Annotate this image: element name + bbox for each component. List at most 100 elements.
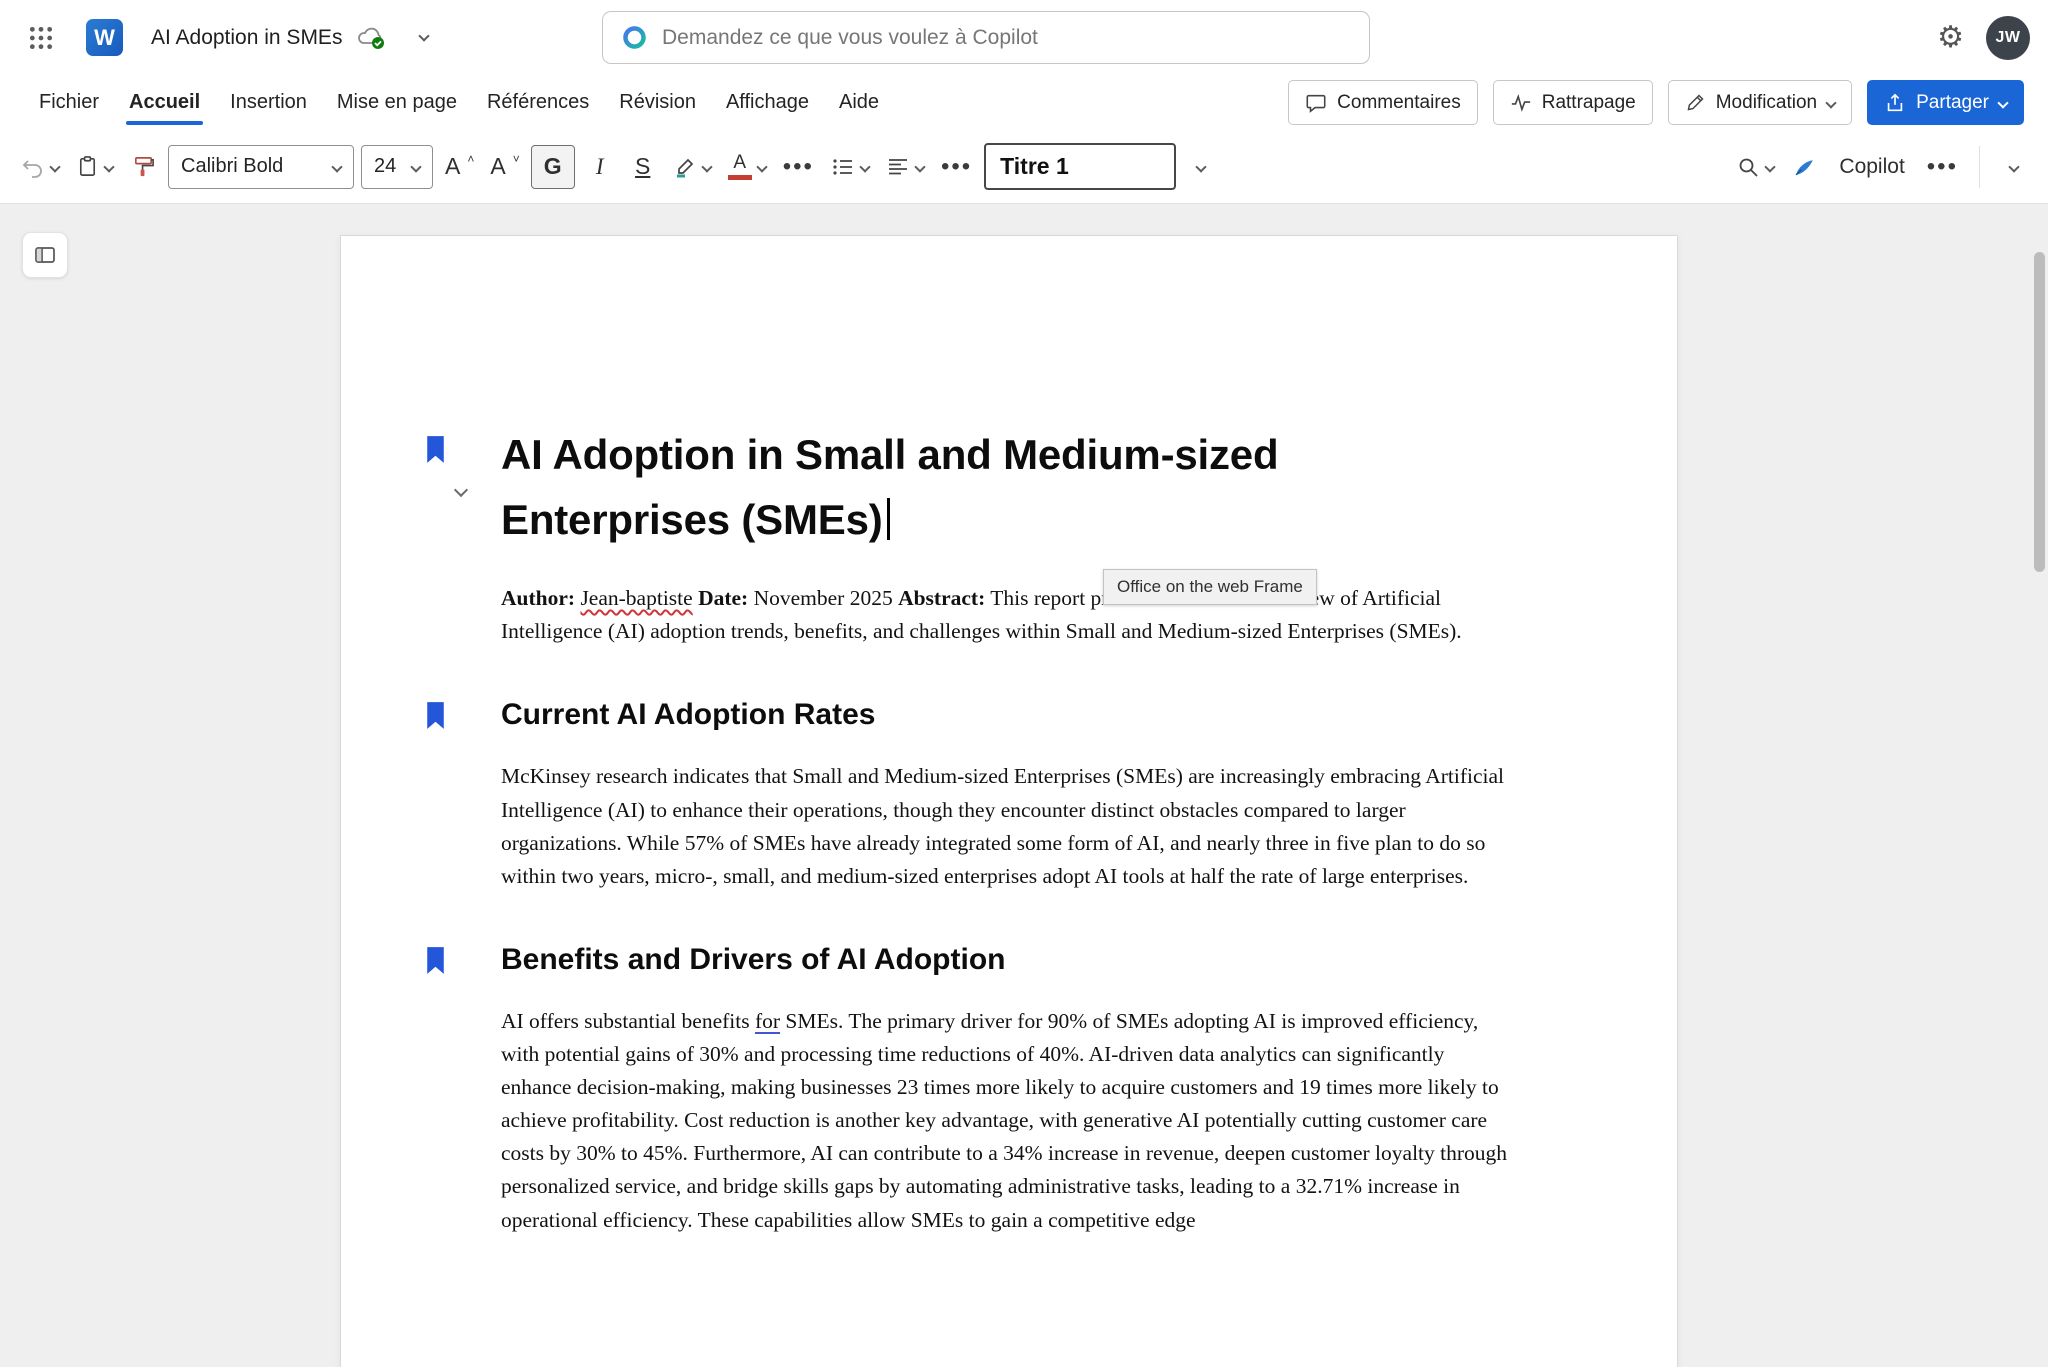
copilot-search[interactable] [602, 11, 1370, 64]
paste-button[interactable] [71, 144, 118, 190]
editor-button[interactable] [1786, 144, 1822, 190]
align-chevron-icon [914, 161, 925, 172]
tab-insertion[interactable]: Insertion [215, 75, 322, 130]
section-paragraph-2[interactable]: AI offers substantial benefits for SMEs.… [501, 1005, 1519, 1237]
word-logo-icon[interactable]: W [86, 19, 123, 56]
italic-letter: I [596, 154, 604, 180]
author-label: Author: [501, 586, 575, 610]
bullet-list-chevron-icon [859, 161, 870, 172]
document-meta-paragraph[interactable]: Author: Jean-baptiste Date: November 202… [501, 582, 1519, 648]
heading-collapse-chevron-icon[interactable] [456, 448, 466, 513]
font-size-select[interactable]: 24 [361, 145, 433, 189]
format-painter-icon [132, 155, 155, 178]
share-label: Partager [1916, 92, 1989, 114]
page-content: AI Adoption in Small and Medium-sized En… [341, 236, 1677, 1237]
font-color-letter: A [733, 153, 746, 172]
undo-button[interactable] [16, 144, 64, 190]
formatting-toolbar: Calibri Bold 24 A˄ A˅ G I S A ••• [0, 130, 2048, 204]
more-font-options-button[interactable]: ••• [778, 144, 819, 190]
font-color-bar-icon [728, 175, 752, 180]
collapse-ribbon-button[interactable] [1996, 144, 2032, 190]
catchup-button[interactable]: Rattrapage [1493, 80, 1653, 125]
document-heading-1[interactable]: AI Adoption in Small and Medium-sized En… [501, 422, 1486, 552]
heading-bookmark-icon[interactable] [423, 945, 448, 976]
bullet-list-icon [831, 155, 855, 179]
author-value: Jean-baptiste [580, 586, 692, 610]
office-web-frame-tooltip: Office on the web Frame [1103, 569, 1317, 605]
paragraph-2-grammar-flag[interactable]: for [755, 1009, 780, 1033]
editing-mode-label: Modification [1716, 92, 1817, 114]
title-dropdown-chevron-icon[interactable] [419, 30, 430, 41]
editor-pen-icon [1792, 154, 1817, 179]
tab-revision[interactable]: Révision [604, 75, 711, 130]
font-color-chevron-icon [756, 161, 767, 172]
share-button[interactable]: Partager [1867, 80, 2024, 125]
comment-bubble-icon [1305, 92, 1327, 114]
bookmark-icon [423, 700, 448, 731]
tab-references[interactable]: Références [472, 75, 604, 130]
bookmark-icon [423, 434, 448, 465]
underline-letter: S [635, 153, 650, 180]
heading-bookmark-icon[interactable] [423, 434, 448, 465]
paragraph-2-post: SMEs. The primary driver for 90% of SMEs… [501, 1009, 1507, 1232]
pulse-icon [1510, 92, 1532, 114]
align-left-icon [886, 155, 910, 179]
style-select[interactable]: Titre 1 [984, 143, 1176, 190]
highlight-color-button[interactable] [668, 144, 716, 190]
saved-cloud-check-icon [356, 25, 386, 51]
ribbon-menubar: Fichier Accueil Insertion Mise en page R… [0, 75, 2048, 130]
section-paragraph-1[interactable]: McKinsey research indicates that Small a… [501, 760, 1519, 892]
copilot-search-input[interactable] [662, 26, 1351, 50]
shrink-font-letter: A [490, 153, 505, 180]
grow-font-button[interactable]: A˄ [440, 144, 478, 190]
bold-button[interactable]: G [531, 145, 575, 189]
font-size-chevron-icon [410, 161, 421, 172]
italic-button[interactable]: I [582, 144, 618, 190]
find-chevron-icon [1765, 161, 1776, 172]
more-toolbar-options-button[interactable]: ••• [1922, 144, 1963, 190]
font-name-select[interactable]: Calibri Bold [168, 145, 354, 189]
format-painter-button[interactable] [125, 144, 161, 190]
user-avatar[interactable]: JW [1986, 16, 2030, 60]
style-gallery-chevron-button[interactable] [1183, 144, 1219, 190]
app-launcher-waffle-icon[interactable] [18, 15, 64, 61]
editing-mode-button[interactable]: Modification [1668, 80, 1852, 125]
section-heading-2[interactable]: Benefits and Drivers of AI Adoption [501, 940, 1519, 979]
waffle-icon [28, 25, 54, 51]
align-button[interactable] [881, 144, 929, 190]
collapse-ribbon-chevron-icon [2008, 161, 2019, 172]
more-paragraph-options-button[interactable]: ••• [936, 144, 977, 190]
document-page[interactable]: AI Adoption in Small and Medium-sized En… [340, 235, 1678, 1367]
tab-aide[interactable]: Aide [824, 75, 894, 130]
catchup-label: Rattrapage [1542, 92, 1636, 114]
tab-mise-en-page[interactable]: Mise en page [322, 75, 472, 130]
section-heading-2-text: Benefits and Drivers of AI Adoption [501, 943, 1005, 976]
comments-button[interactable]: Commentaires [1288, 80, 1478, 125]
copilot-toolbar-button[interactable]: Copilot [1829, 155, 1914, 179]
bullet-list-button[interactable] [826, 144, 874, 190]
underline-button[interactable]: S [625, 144, 661, 190]
tab-accueil[interactable]: Accueil [114, 75, 215, 130]
font-size-value: 24 [374, 155, 396, 178]
find-button[interactable] [1731, 144, 1779, 190]
heading-bookmark-icon[interactable] [423, 700, 448, 731]
paragraph-2-pre: AI offers substantial benefits [501, 1009, 750, 1033]
document-title[interactable]: AI Adoption in SMEs [151, 26, 342, 50]
grow-font-letter: A [445, 153, 460, 180]
font-color-glyph: A [728, 153, 752, 180]
tab-fichier[interactable]: Fichier [24, 75, 114, 130]
share-chevron-icon [1997, 97, 2008, 108]
shrink-font-button[interactable]: A˅ [485, 144, 523, 190]
tab-affichage[interactable]: Affichage [711, 75, 824, 130]
font-color-button[interactable]: A [723, 144, 771, 190]
clipboard-icon [76, 155, 99, 178]
vertical-scrollbar-thumb[interactable] [2034, 252, 2045, 572]
section-heading-1[interactable]: Current AI Adoption Rates [501, 695, 1519, 734]
settings-gear-icon[interactable]: ⚙ [1937, 23, 1964, 53]
topbar: W AI Adoption in SMEs ⚙ JW [0, 0, 2048, 75]
pencil-icon [1685, 92, 1706, 113]
copilot-icon [621, 24, 648, 51]
navigation-pane-toggle-button[interactable] [22, 232, 68, 278]
style-value: Titre 1 [1000, 153, 1069, 180]
share-icon [1884, 92, 1906, 114]
